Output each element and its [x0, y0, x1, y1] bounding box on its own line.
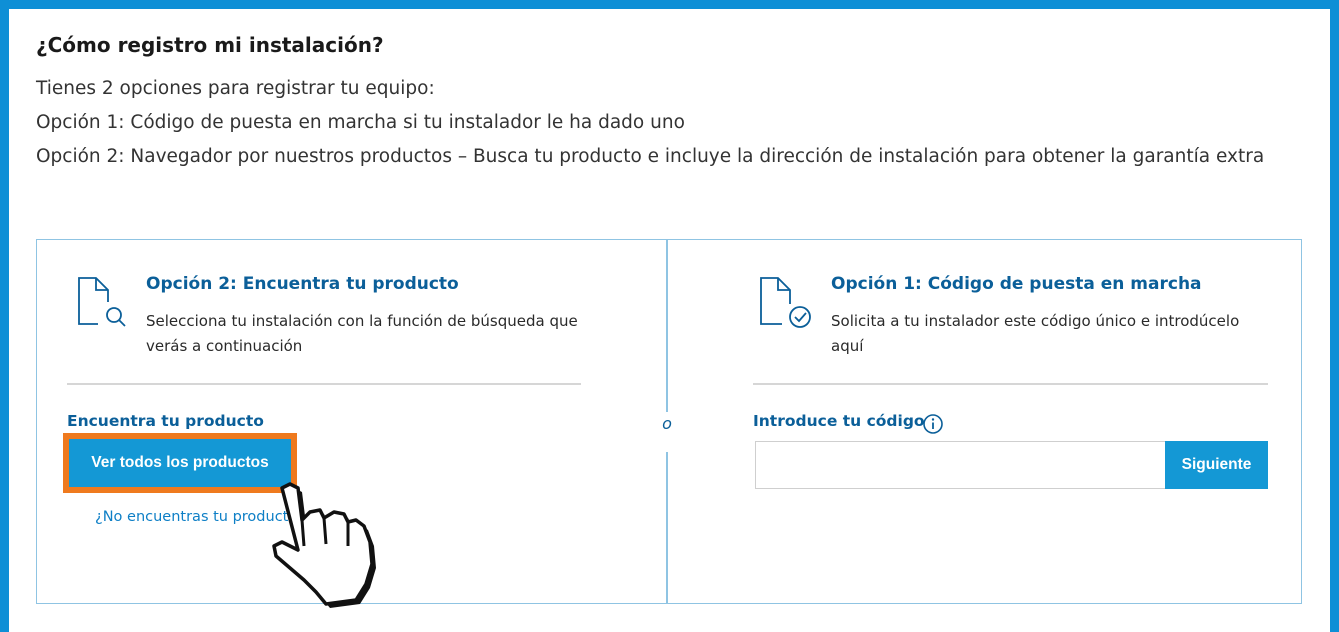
- find-product-label: Encuentra tu producto: [67, 412, 264, 430]
- intro-line-2: Opción 1: Código de puesta en marcha si …: [36, 112, 685, 133]
- right-separator: [753, 383, 1268, 385]
- page-title: ¿Cómo registro mi instalación?: [36, 33, 384, 57]
- option-1-description: Solicita a tu instalador este código úni…: [831, 312, 1240, 355]
- option-2-title: Opción 2: Encuentra tu producto: [146, 274, 459, 294]
- option-2-description: Selecciona tu instalación con la función…: [146, 312, 578, 355]
- info-icon[interactable]: [922, 413, 944, 435]
- document-check-icon: [760, 277, 811, 328]
- intro-text: Tienes 2 opciones para registrar tu equi…: [36, 72, 1296, 174]
- next-button[interactable]: Siguiente: [1165, 441, 1268, 489]
- view-all-products-button[interactable]: Ver todos los productos: [69, 439, 291, 487]
- vertical-divider-top: [666, 240, 668, 412]
- or-separator: o: [662, 414, 672, 433]
- vertical-divider-bottom: [666, 452, 668, 603]
- left-separator: [67, 383, 581, 385]
- option-1-title: Opción 1: Código de puesta en marcha: [831, 274, 1202, 294]
- code-input[interactable]: [755, 441, 1165, 489]
- intro-line-1: Tienes 2 opciones para registrar tu equi…: [36, 78, 435, 99]
- pointer-hand-icon: [272, 482, 376, 608]
- document-search-icon: [78, 277, 126, 327]
- enter-code-label: Introduce tu código: [753, 412, 925, 430]
- intro-line-3: Opción 2: Navegador por nuestros product…: [36, 146, 1265, 167]
